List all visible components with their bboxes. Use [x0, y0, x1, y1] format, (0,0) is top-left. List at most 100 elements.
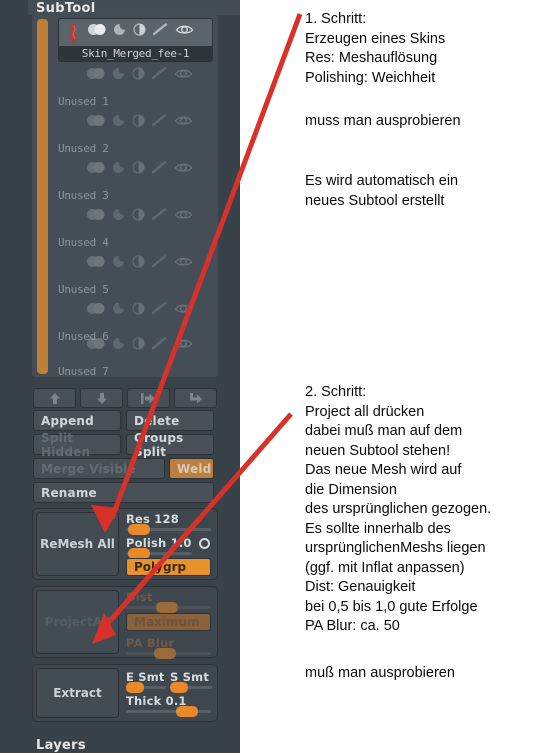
move-right-button[interactable] — [127, 388, 170, 408]
brush-stroke-icon[interactable] — [152, 255, 167, 268]
half-circle-icon[interactable] — [133, 23, 146, 36]
s-smt-slider-track[interactable] — [170, 682, 212, 693]
duplicate-button[interactable] — [174, 388, 217, 408]
half-circle-icon[interactable] — [132, 114, 145, 127]
pa-blur-slider-track[interactable] — [126, 648, 211, 659]
eye-icon[interactable] — [174, 255, 193, 268]
copy-spheres-icon[interactable] — [86, 114, 106, 127]
merge-visible-button[interactable]: Merge Visible — [33, 458, 165, 479]
eye-icon[interactable] — [174, 67, 193, 80]
e-smt-slider-track[interactable] — [126, 682, 166, 693]
dist-slider[interactable]: Dist — [126, 590, 211, 613]
copy-spheres-icon[interactable] — [86, 255, 106, 268]
append-button[interactable]: Append — [33, 410, 121, 431]
subtool-icon-row[interactable] — [86, 161, 193, 174]
half-circle-icon[interactable] — [132, 337, 145, 350]
crescent-icon[interactable] — [113, 337, 125, 350]
subtool-icon-row[interactable] — [87, 23, 194, 36]
page-title: SubTool — [36, 1, 96, 16]
brush-stroke-icon[interactable] — [152, 161, 167, 174]
crescent-icon[interactable] — [113, 302, 125, 315]
thick-slider-knob[interactable] — [176, 706, 198, 717]
copy-spheres-icon[interactable] — [87, 23, 107, 36]
eye-icon[interactable] — [174, 161, 193, 174]
subtool-icon-row[interactable] — [86, 255, 193, 268]
list-item-label: Skin_Merged_fee-1 — [59, 46, 212, 61]
eye-icon[interactable] — [175, 23, 194, 36]
subtool-icon-row[interactable] — [86, 114, 193, 127]
subtool-icon-row[interactable] — [86, 337, 193, 350]
copy-spheres-icon[interactable] — [86, 337, 106, 350]
layers-title: Layers — [36, 738, 86, 753]
pa-blur-slider-knob[interactable] — [154, 648, 176, 659]
copy-spheres-icon[interactable] — [86, 67, 106, 80]
crescent-icon[interactable] — [114, 23, 126, 36]
groups-split-button[interactable]: Groups Split — [126, 431, 214, 459]
remesh-all-button[interactable]: ReMesh All — [36, 512, 119, 576]
weld-button[interactable]: Weld — [169, 458, 214, 479]
eye-icon[interactable] — [174, 208, 193, 221]
dist-slider-track[interactable] — [126, 602, 211, 613]
half-circle-icon[interactable] — [132, 302, 145, 315]
e-smt-slider[interactable]: E Smt — [126, 670, 166, 693]
list-item[interactable]: Unused 3 — [58, 157, 213, 204]
thick-slider-track[interactable] — [126, 706, 211, 717]
brush-stroke-icon[interactable] — [152, 302, 167, 315]
brush-stroke-icon[interactable] — [152, 208, 167, 221]
thick-slider[interactable]: Thick 0.1 — [126, 694, 211, 717]
copy-spheres-icon[interactable] — [86, 208, 106, 221]
list-item[interactable]: Unused 1 — [58, 63, 213, 110]
project-all-button[interactable]: ProjectAll — [36, 590, 119, 654]
half-circle-icon[interactable] — [132, 161, 145, 174]
list-item[interactable]: Unused 5 — [58, 251, 213, 298]
extract-button[interactable]: Extract — [36, 668, 119, 718]
brush-stroke-icon[interactable] — [152, 67, 167, 80]
e-smt-slider-knob[interactable] — [126, 682, 144, 693]
res-slider-knob[interactable] — [128, 524, 150, 535]
maximum-button[interactable]: Maximum — [126, 613, 211, 631]
crescent-icon[interactable] — [113, 208, 125, 221]
half-circle-icon[interactable] — [132, 255, 145, 268]
dist-slider-knob[interactable] — [156, 602, 178, 613]
s-smt-slider-knob[interactable] — [170, 682, 188, 693]
delete-button[interactable]: Delete — [126, 410, 214, 431]
brush-stroke-icon[interactable] — [153, 23, 168, 36]
s-smt-slider[interactable]: S Smt — [170, 670, 212, 693]
list-item[interactable]: Unused 7 — [58, 333, 213, 380]
arrow-corner-icon — [190, 392, 202, 403]
list-item-label: Unused 1 — [58, 95, 109, 108]
half-circle-icon[interactable] — [132, 208, 145, 221]
copy-spheres-icon[interactable] — [86, 161, 106, 174]
move-down-button[interactable] — [80, 388, 123, 408]
list-item[interactable]: Skin_Merged_fee-1 — [58, 18, 213, 62]
eye-icon[interactable] — [174, 337, 193, 350]
subtool-icon-row[interactable] — [86, 208, 193, 221]
res-slider[interactable]: Res 128 — [126, 512, 211, 535]
polish-slider[interactable]: Polish 1.0 — [126, 536, 192, 559]
crescent-icon[interactable] — [113, 67, 125, 80]
list-item-label: Unused 3 — [58, 189, 109, 202]
brush-stroke-icon[interactable] — [152, 337, 167, 350]
crescent-icon[interactable] — [113, 255, 125, 268]
thick-slider-label: Thick 0.1 — [126, 694, 187, 708]
polygrp-button[interactable]: Polygrp — [126, 558, 211, 576]
eye-icon[interactable] — [174, 302, 193, 315]
eye-icon[interactable] — [174, 114, 193, 127]
rename-button[interactable]: Rename — [33, 482, 214, 503]
brush-stroke-icon[interactable] — [152, 114, 167, 127]
circle-toggle-icon[interactable] — [199, 538, 210, 549]
subtool-icon-row[interactable] — [86, 302, 193, 315]
split-hidden-button[interactable]: Split Hidden — [33, 431, 121, 459]
pa-blur-slider[interactable]: PA Blur — [126, 636, 211, 659]
res-slider-track[interactable] — [126, 524, 211, 535]
list-item[interactable]: Unused 4 — [58, 204, 213, 251]
list-item-label: Unused 2 — [58, 142, 109, 155]
list-item[interactable]: Unused 2 — [58, 110, 213, 157]
subtool-icon-row[interactable] — [86, 67, 193, 80]
half-circle-icon[interactable] — [132, 67, 145, 80]
move-up-button[interactable] — [33, 388, 76, 408]
crescent-icon[interactable] — [113, 161, 125, 174]
polish-slider-track[interactable] — [126, 548, 192, 559]
copy-spheres-icon[interactable] — [86, 302, 106, 315]
crescent-icon[interactable] — [113, 114, 125, 127]
